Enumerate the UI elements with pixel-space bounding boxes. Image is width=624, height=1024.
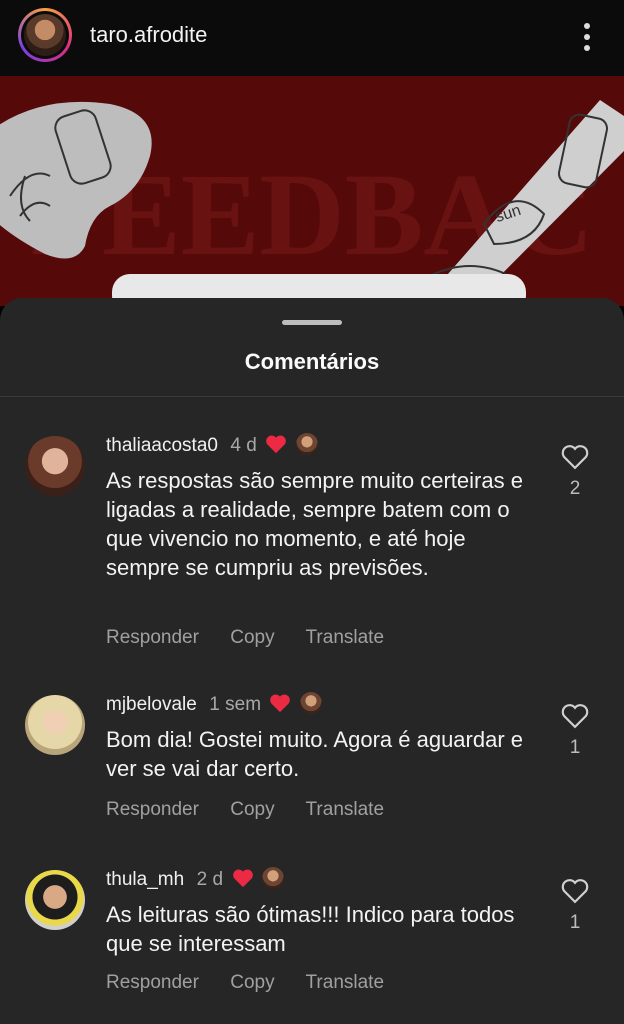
creator-avatar-icon [299, 692, 322, 714]
comment-text: As leituras são ótimas!!! Indico para to… [106, 902, 515, 956]
comment-actions: Responder Copy Translate [106, 627, 410, 649]
avatar[interactable] [25, 695, 85, 755]
post-artwork: FEEDBAC sun [0, 76, 624, 306]
comment-actions: Responder Copy Translate [106, 799, 410, 821]
creator-avatar-icon [295, 433, 318, 455]
comment-username[interactable]: thula_mh [106, 869, 184, 890]
translate-button[interactable]: Translate [306, 972, 385, 993]
like-heart-icon[interactable] [560, 878, 590, 904]
like-count: 2 [569, 478, 581, 499]
reply-button[interactable]: Responder [106, 627, 199, 648]
post-image: FEEDBAC sun [0, 76, 624, 306]
comment-actions: Responder Copy Translate [106, 972, 410, 994]
like-heart-icon[interactable] [560, 444, 590, 470]
translate-button[interactable]: Translate [306, 627, 385, 648]
comment-username[interactable]: thaliaacosta0 [106, 435, 218, 456]
avatar[interactable] [25, 870, 85, 930]
creator-liked-heart-icon [266, 435, 287, 454]
like-count: 1 [569, 737, 581, 758]
sheet-title: Comentários [244, 349, 380, 374]
comment-time: 1 sem [209, 694, 262, 715]
more-options-icon[interactable] [576, 20, 598, 54]
comment-time: 2 d [196, 869, 224, 890]
creator-liked-heart-icon [270, 694, 291, 713]
comment-text: Bom dia! Gostei muito. Agora é aguardar … [106, 727, 524, 781]
reply-button[interactable]: Responder [106, 972, 199, 993]
drag-handle[interactable] [282, 320, 342, 325]
translate-button[interactable]: Translate [306, 799, 385, 820]
comment-text: As respostas são sempre muito certeiras … [106, 468, 523, 580]
avatar[interactable] [25, 436, 85, 496]
comments-sheet: Comentários thaliaacosta0 4 d As respost… [0, 298, 624, 1024]
reply-button[interactable]: Responder [106, 799, 199, 820]
divider [0, 396, 624, 397]
comment-time: 4 d [230, 435, 257, 456]
profile-username[interactable]: taro.afrodite [90, 22, 207, 48]
copy-button[interactable]: Copy [230, 799, 274, 820]
creator-liked-heart-icon [232, 869, 253, 888]
top-bar: taro.afrodite [0, 0, 624, 76]
like-count: 1 [569, 912, 581, 933]
comment-username[interactable]: mjbelovale [106, 694, 197, 715]
like-heart-icon[interactable] [560, 703, 590, 729]
copy-button[interactable]: Copy [230, 627, 274, 648]
creator-avatar-icon [261, 867, 284, 889]
copy-button[interactable]: Copy [230, 972, 274, 993]
profile-avatar[interactable] [18, 8, 72, 62]
